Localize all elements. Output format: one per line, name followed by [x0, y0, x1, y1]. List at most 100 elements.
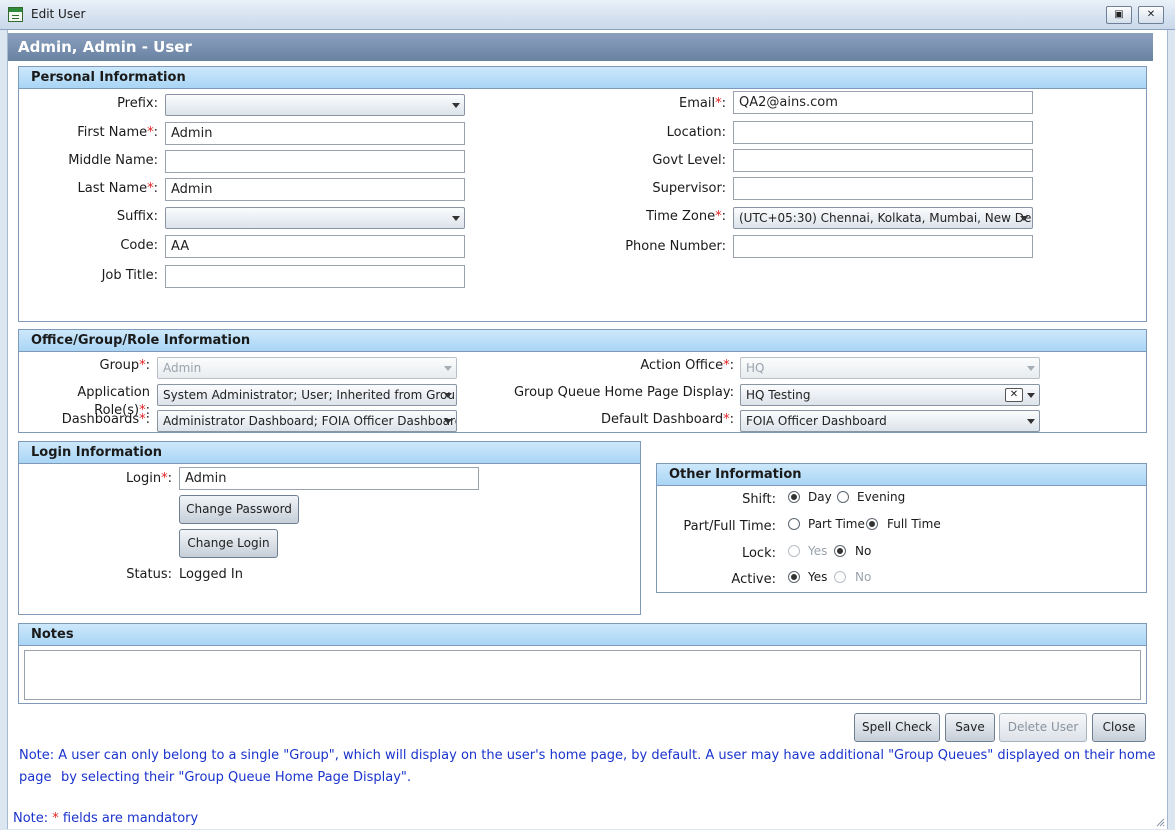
restore-icon: ▣ — [1114, 9, 1124, 20]
personal-information-section: Personal Information Prefix: First Name*… — [18, 66, 1147, 322]
other-information-section: Other Information Shift: Day Evening Par… — [656, 463, 1147, 593]
required-marker: * — [139, 358, 146, 373]
suffix-select[interactable] — [165, 207, 465, 229]
govt-level-input[interactable] — [733, 149, 1033, 172]
first-name-input[interactable]: Admin — [165, 122, 465, 145]
middle-name-input[interactable] — [165, 150, 465, 173]
lock-no-radio[interactable] — [834, 545, 846, 557]
code-input[interactable]: AA — [165, 235, 465, 258]
lock-yes-label: Yes — [808, 544, 828, 558]
email-label: Email*: — [679, 96, 726, 111]
window-title: Edit User — [31, 7, 86, 21]
middle-name-label: Middle Name: — [68, 153, 158, 168]
time-zone-label: Time Zone*: — [646, 209, 726, 224]
location-input[interactable] — [733, 121, 1033, 144]
active-label: Active: — [731, 572, 776, 587]
required-marker: * — [161, 471, 168, 486]
change-login-button[interactable]: Change Login — [179, 529, 278, 558]
chevron-down-icon — [452, 103, 460, 108]
active-yes-radio[interactable] — [788, 571, 800, 583]
last-name-input[interactable]: Admin — [165, 178, 465, 201]
section-heading: Other Information — [657, 464, 1146, 486]
active-no-label: No — [855, 570, 872, 584]
change-password-button[interactable]: Change Password — [179, 495, 299, 524]
part-full-time-label: Part/Full Time: — [683, 519, 776, 534]
page-title: Admin, Admin - User — [8, 33, 1153, 61]
last-name-label: Last Name*: — [77, 181, 158, 196]
part-time-radio[interactable] — [788, 518, 800, 530]
lock-no-label: No — [855, 544, 872, 558]
chevron-down-icon — [444, 366, 452, 371]
active-no-radio[interactable] — [834, 571, 846, 583]
required-marker: * — [147, 181, 154, 196]
job-title-label: Job Title: — [101, 268, 158, 283]
close-window-button[interactable]: ✕ — [1138, 6, 1164, 24]
lock-label: Lock: — [741, 546, 776, 561]
chevron-down-icon — [1027, 366, 1035, 371]
group-queue-select[interactable]: HQ Testing ✕ — [740, 384, 1040, 406]
close-icon: ✕ — [1146, 9, 1156, 20]
shift-day-radio[interactable] — [788, 491, 800, 503]
section-heading: Personal Information — [19, 67, 1146, 89]
part-time-label: Part Time — [808, 517, 865, 531]
shift-evening-label: Evening — [857, 490, 906, 504]
section-heading: Office/Group/Role Information — [19, 330, 1146, 352]
mandatory-note: Note: * fields are mandatory — [13, 811, 199, 826]
shift-label: Shift: — [742, 492, 776, 507]
application-roles-select[interactable]: System Administrator; User; Inherited fr… — [157, 384, 457, 406]
required-marker: * — [139, 412, 146, 427]
delete-user-button[interactable]: Delete User — [999, 713, 1087, 742]
save-button[interactable]: Save — [945, 713, 995, 742]
full-time-label: Full Time — [887, 517, 941, 531]
notes-textarea[interactable] — [24, 650, 1141, 700]
govt-level-label: Govt Level: — [652, 153, 726, 168]
prefix-select[interactable] — [165, 94, 465, 116]
form-window-icon — [8, 7, 23, 22]
close-button[interactable]: Close — [1092, 713, 1146, 742]
chevron-down-icon — [1027, 393, 1035, 398]
chevron-down-icon — [444, 419, 452, 424]
action-office-select[interactable]: HQ — [740, 357, 1040, 379]
code-label: Code: — [120, 238, 158, 253]
clear-selection-icon[interactable]: ✕ — [1005, 388, 1023, 402]
dashboards-label: Dashboards*: — [61, 412, 150, 427]
login-label: Login*: — [126, 471, 172, 486]
spell-check-button[interactable]: Spell Check — [854, 713, 940, 742]
first-name-label: First Name*: — [77, 125, 158, 140]
group-note-line2: by selecting their "Group Queue Home Pag… — [61, 770, 412, 785]
suffix-label: Suffix: — [116, 209, 158, 224]
dashboards-select[interactable]: Administrator Dashboard; FOIA Officer Da… — [157, 410, 457, 432]
required-marker: * — [723, 412, 730, 427]
shift-day-label: Day — [808, 490, 832, 504]
group-select[interactable]: Admin — [157, 357, 457, 379]
job-title-input[interactable] — [165, 265, 465, 288]
active-yes-label: Yes — [808, 570, 828, 584]
required-marker: * — [147, 125, 154, 140]
chevron-down-icon — [444, 393, 452, 398]
required-marker: * — [715, 209, 722, 224]
login-information-section: Login Information Login*: Admin Change P… — [18, 441, 641, 615]
phone-number-input[interactable] — [733, 235, 1033, 258]
chevron-down-icon — [452, 216, 460, 221]
full-time-radio[interactable] — [866, 518, 878, 530]
required-marker: * — [715, 96, 722, 111]
window-titlebar[interactable]: Edit User ▣ ✕ — [0, 0, 1175, 30]
shift-evening-radio[interactable] — [837, 491, 849, 503]
resize-grip-icon[interactable] — [1155, 817, 1165, 827]
default-dashboard-select[interactable]: FOIA Officer Dashboard — [740, 410, 1040, 432]
supervisor-input[interactable] — [733, 177, 1033, 200]
login-input[interactable]: Admin — [179, 467, 479, 490]
chevron-down-icon — [1027, 419, 1035, 424]
phone-number-label: Phone Number: — [625, 239, 726, 254]
email-input[interactable]: QA2@ains.com — [733, 91, 1033, 114]
time-zone-select[interactable]: (UTC+05:30) Chennai, Kolkata, Mumbai, Ne… — [733, 207, 1033, 229]
edit-user-dialog: Admin, Admin - User Personal Information… — [7, 30, 1168, 829]
group-label: Group*: — [99, 358, 150, 373]
section-heading: Notes — [19, 624, 1146, 646]
location-label: Location: — [666, 125, 726, 140]
supervisor-label: Supervisor: — [652, 181, 726, 196]
default-dashboard-label: Default Dashboard*: — [600, 412, 734, 427]
restore-button[interactable]: ▣ — [1106, 6, 1132, 24]
lock-yes-radio[interactable] — [788, 545, 800, 557]
section-heading: Login Information — [19, 442, 640, 464]
